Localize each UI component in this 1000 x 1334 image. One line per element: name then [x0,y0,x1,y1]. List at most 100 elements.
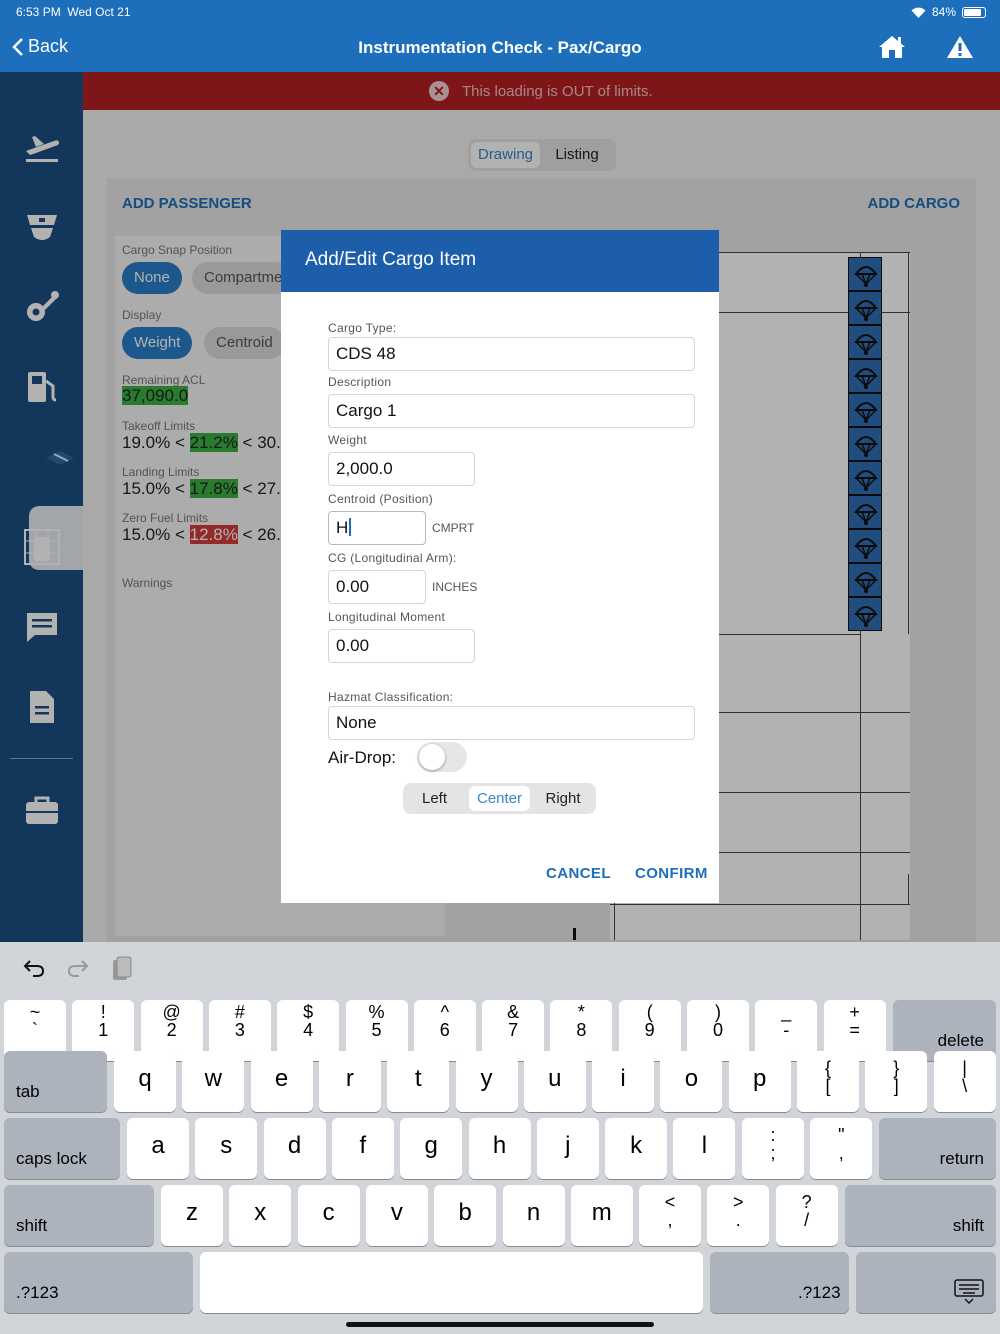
key-angle-1[interactable]: >. [707,1185,770,1246]
key-label: .?123 [16,1283,59,1302]
key-s[interactable]: s [195,1118,258,1179]
key-k[interactable]: k [605,1118,668,1179]
key-m[interactable]: m [570,1185,633,1246]
key-punct-1[interactable]: ", [810,1118,873,1179]
dialog-title: Add/Edit Cargo Item [281,230,719,292]
key-angle-0[interactable]: <, [639,1185,701,1246]
key-v[interactable]: v [365,1185,428,1246]
cargo-type-field[interactable]: CDS 48 [328,337,695,371]
key-f[interactable]: f [331,1118,394,1179]
key-j[interactable]: j [536,1118,599,1179]
key-bracket-0[interactable]: {[ [797,1051,859,1112]
key-upper-symbol: < [664,1192,676,1212]
description-field[interactable]: Cargo 1 [328,394,695,428]
key-b[interactable]: b [434,1185,497,1246]
key-letter: j [565,1132,571,1159]
key-letter: r [345,1065,354,1092]
key-u[interactable]: u [523,1051,586,1112]
key-lower-symbol: ` [32,1020,38,1040]
undo-icon[interactable] [22,956,46,985]
battery-icon [962,6,986,18]
key-letter: i [620,1065,626,1092]
key-lower-symbol: 7 [508,1020,519,1040]
key-lower-symbol: . [735,1210,741,1230]
key-r[interactable]: r [318,1051,381,1112]
redo-icon[interactable] [66,956,90,985]
key-lower-symbol: 9 [644,1020,655,1040]
key-h[interactable]: h [468,1118,531,1179]
status-time-date: 6:53 PM Wed Oct 21 [16,5,131,19]
centroid-label: Centroid (Position) [328,492,434,506]
key-lower-symbol: 0 [712,1020,723,1040]
key-z[interactable]: z [161,1185,223,1246]
keyboard-dismiss-key[interactable] [856,1252,996,1313]
hazmat-field[interactable]: None [328,706,695,740]
key-a[interactable]: a [127,1118,189,1179]
key-letter: k [630,1132,643,1159]
key-t[interactable]: t [387,1051,450,1112]
numbers-key-left[interactable]: .?123 [4,1252,193,1313]
key-letter: u [548,1065,562,1092]
key-letter: d [287,1132,302,1159]
shift-left-key[interactable]: shift [4,1185,154,1246]
paste-icon[interactable] [111,956,133,987]
key-label: tab [16,1082,40,1101]
key-w[interactable]: w [182,1051,245,1112]
cg-label: CG (Longitudinal Arm): [328,551,457,565]
caps-lock-key[interactable]: caps lock [4,1118,120,1179]
key-n[interactable]: n [502,1185,565,1246]
text-caret [349,518,352,536]
key-lower-symbol: 3 [234,1020,245,1040]
cg-field[interactable]: 0.00 [328,570,426,604]
key-upper-symbol: ~ [29,1002,41,1022]
centroid-value: H [336,518,349,537]
key-label: shift [952,1216,984,1235]
key-letter: h [492,1132,507,1159]
key-upper-symbol: # [234,1002,245,1022]
key-y[interactable]: y [455,1051,518,1112]
align-center-option[interactable]: Center [469,786,530,811]
key-upper-symbol: ? [801,1192,812,1212]
key-q[interactable]: q [114,1051,176,1112]
key-o[interactable]: o [660,1051,723,1112]
key-g[interactable]: g [400,1118,463,1179]
status-time: 6:53 PM [16,5,61,19]
key-letter: z [186,1199,198,1226]
key-letter: s [220,1132,233,1159]
key-x[interactable]: x [229,1185,292,1246]
return-key[interactable]: return [879,1118,996,1179]
key-punct-0[interactable]: :; [742,1118,804,1179]
key-upper-symbol: @ [162,1002,181,1022]
key-label: caps lock [16,1149,87,1168]
space-key[interactable] [200,1252,703,1313]
key-d[interactable]: d [263,1118,326,1179]
weight-field[interactable]: 2,000.0 [328,452,475,486]
key-i[interactable]: i [592,1051,655,1112]
key-bracket-2[interactable]: | \ [933,1051,996,1112]
centroid-field[interactable]: H [328,511,426,545]
key-c[interactable]: c [297,1185,360,1246]
wifi-icon [911,7,926,18]
key-angle-2[interactable]: ? / [775,1185,838,1246]
key-letter: c [322,1199,335,1226]
key-p[interactable]: p [728,1051,791,1112]
tab-key[interactable]: tab [4,1051,107,1112]
key-letter: g [424,1132,438,1159]
home-icon[interactable] [878,34,906,65]
shift-right-key[interactable]: shift [845,1185,996,1246]
centroid-unit: CMPRT [432,521,475,535]
cargo-type-label: Cargo Type: [328,321,397,335]
numbers-key-right[interactable]: .?123 [710,1252,849,1313]
key-letter: a [151,1132,165,1159]
key-e[interactable]: e [250,1051,313,1112]
key-bracket-1[interactable]: }] [865,1051,928,1112]
key-l[interactable]: l [673,1118,736,1179]
cancel-button[interactable]: CANCEL [546,865,611,882]
airdrop-toggle[interactable] [417,742,467,772]
warning-icon[interactable] [946,34,974,65]
confirm-button[interactable]: CONFIRM [635,865,708,882]
key-lower-symbol: ] [893,1076,899,1096]
align-left-option[interactable]: Left [406,786,463,811]
align-right-option[interactable]: Right [534,786,592,811]
moment-field[interactable]: 0.00 [328,629,475,663]
